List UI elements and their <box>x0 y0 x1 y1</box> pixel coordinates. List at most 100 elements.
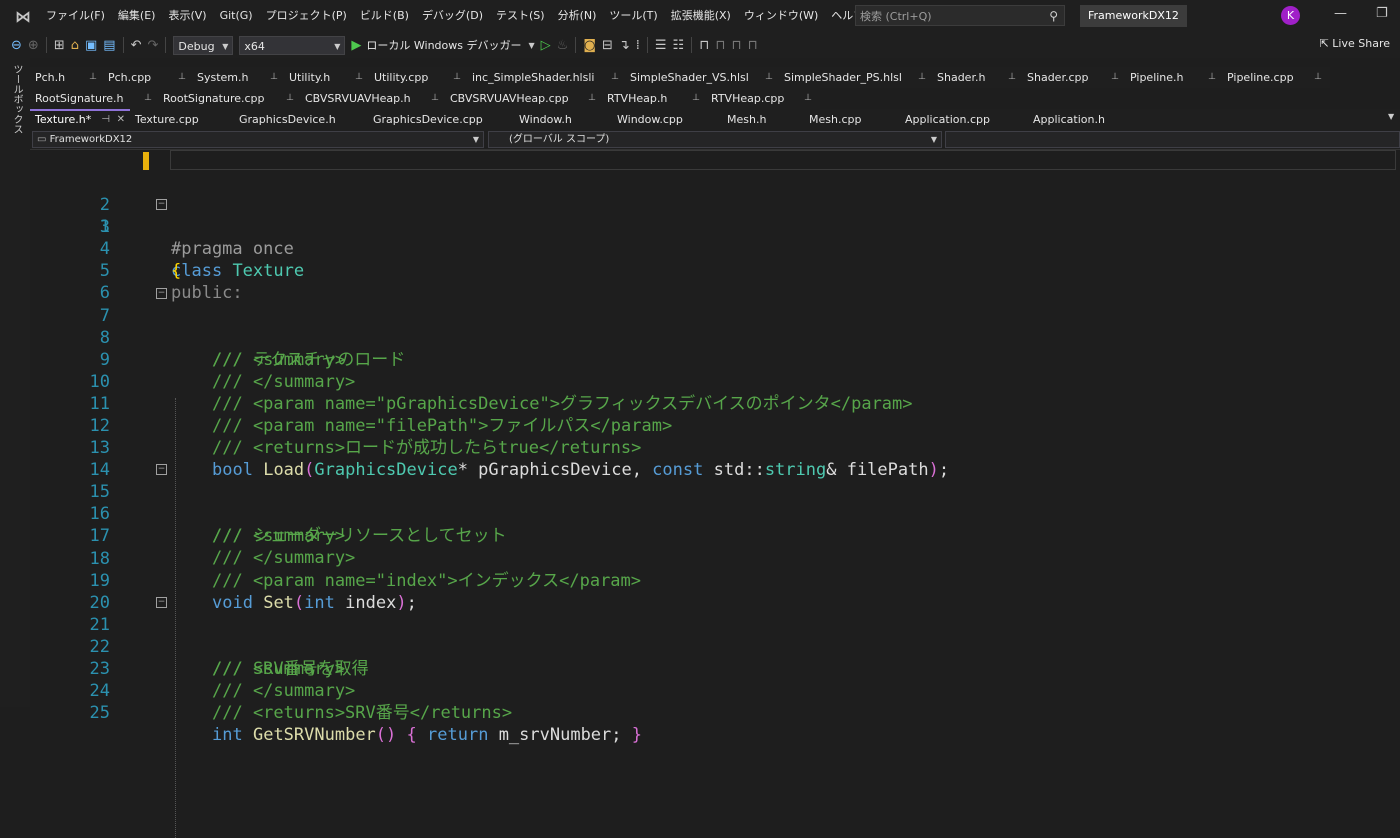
uncomment-lines-icon[interactable]: ☷ <box>673 38 685 53</box>
menu-item[interactable]: 拡張機能(X) <box>667 0 740 32</box>
menu-item[interactable]: 編集(E) <box>114 0 165 32</box>
tab-document[interactable]: RTVHeap.h ⊥ <box>602 88 706 109</box>
pin-icon[interactable]: ⊥ <box>1111 67 1119 88</box>
tab-document[interactable]: CBVSRVUAVHeap.h ⊥ <box>300 88 445 109</box>
scope-dropdown[interactable]: (グローバル スコープ) ▼ <box>488 131 942 148</box>
breakpoints-icon[interactable]: ⁞ <box>636 38 640 53</box>
collapse-icon[interactable]: − <box>156 288 167 299</box>
tab-document[interactable]: Shader.h ⊥ <box>932 67 1022 88</box>
search-icon[interactable]: ⚲ <box>1049 6 1058 27</box>
minimize-icon[interactable]: — <box>1334 6 1347 21</box>
tab-document[interactable]: RootSignature.cpp ⊥ <box>158 88 300 109</box>
restore-icon[interactable]: ❐ <box>1376 6 1388 21</box>
menu-item[interactable]: ツール(T) <box>605 0 666 32</box>
tab-document[interactable]: GraphicsDevice.h <box>234 109 368 130</box>
pin-icon[interactable]: ⊥ <box>1314 67 1322 88</box>
pin-icon[interactable]: ⊥ <box>804 88 812 109</box>
member-dropdown[interactable] <box>945 131 1400 148</box>
platform-select[interactable]: x64 ▼ <box>239 35 346 55</box>
tab-document[interactable]: Utility.h ⊥ <box>284 67 369 88</box>
pin-icon[interactable]: ⊥ <box>178 67 186 88</box>
pin-icon[interactable]: ⊣ <box>101 111 110 129</box>
tab-document[interactable]: Application.cpp <box>900 109 1028 130</box>
project-dropdown[interactable]: ▭ FrameworkDX12 ▼ <box>32 131 484 148</box>
pin-icon[interactable]: ⊥ <box>918 67 926 88</box>
tab-document[interactable]: Pipeline.h ⊥ <box>1125 67 1222 88</box>
open-file-icon[interactable]: ⌂ <box>71 38 79 53</box>
tab-document[interactable]: Pch.cpp ⊥ <box>103 67 192 88</box>
tab-document[interactable]: GraphicsDevice.cpp <box>368 109 514 130</box>
search-input[interactable]: 検索 (Ctrl+Q) ⚲ <box>855 5 1065 26</box>
configuration-select[interactable]: Debug ▼ <box>173 35 234 55</box>
tab-overflow-icon[interactable]: ▼ <box>1388 112 1394 121</box>
comment-lines-icon[interactable]: ☰ <box>655 38 667 53</box>
collapse-icon[interactable]: − <box>156 597 167 608</box>
tab-document[interactable]: Mesh.h <box>722 109 804 130</box>
tab-document[interactable]: SimpleShader_VS.hlsl ⊥ <box>625 67 779 88</box>
menu-item[interactable]: プロジェクト(P) <box>262 0 356 32</box>
navigate-forward-icon[interactable]: ⊕ <box>28 38 39 53</box>
menu-item[interactable]: ファイル(F) <box>42 0 114 32</box>
menu-item[interactable]: デバッグ(D) <box>418 0 492 32</box>
step-over-icon[interactable]: ↴ <box>619 38 630 53</box>
tab-document[interactable]: Pipeline.cpp ⊥ <box>1222 67 1328 88</box>
start-debugging-button[interactable]: ローカル Windows デバッガー <box>366 37 521 53</box>
collapse-icon[interactable]: − <box>156 199 167 210</box>
live-share-button[interactable]: ⇱ Live Share <box>1320 37 1390 50</box>
pin-icon[interactable]: ⊥ <box>611 67 619 88</box>
navigate-back-icon[interactable]: ⊖ <box>11 38 22 53</box>
pin-icon[interactable]: ⊥ <box>1008 67 1016 88</box>
redo-icon[interactable]: ↷ <box>147 38 158 53</box>
next-bookmark-icon[interactable]: ⊓ <box>732 38 742 53</box>
tab-document[interactable]: SimpleShader_PS.hlsl ⊥ <box>779 67 932 88</box>
menu-item[interactable]: テスト(S) <box>492 0 554 32</box>
tab-document[interactable]: Texture.h* ⊣ ✕ <box>30 109 130 130</box>
window-layout-icon[interactable]: ⊟ <box>602 38 613 53</box>
menu-item[interactable]: ウィンドウ(W) <box>740 0 827 32</box>
menu-item[interactable]: 表示(V) <box>164 0 215 32</box>
tab-document[interactable]: Shader.cpp ⊥ <box>1022 67 1125 88</box>
pin-icon[interactable]: ⊥ <box>453 67 461 88</box>
visual-studio-logo-icon[interactable]: ⋈ <box>10 6 36 26</box>
tab-document[interactable]: Window.cpp <box>612 109 722 130</box>
tab-document[interactable]: Utility.cpp ⊥ <box>369 67 467 88</box>
start-without-debugging-icon[interactable]: ▷ <box>541 38 551 53</box>
pin-icon[interactable]: ⊥ <box>431 88 439 109</box>
pin-icon[interactable]: ⊥ <box>355 67 363 88</box>
pin-icon[interactable]: ⊥ <box>692 88 700 109</box>
clear-bookmarks-icon[interactable]: ⊓ <box>748 38 758 53</box>
bookmark-icon[interactable]: ⊓ <box>699 38 709 53</box>
pin-icon[interactable]: ⊥ <box>89 67 97 88</box>
new-project-icon[interactable]: ⊞ <box>54 38 65 53</box>
menu-item[interactable]: 分析(N) <box>554 0 606 32</box>
tab-document[interactable]: RTVHeap.cpp ⊥ <box>706 88 818 109</box>
tab-document[interactable]: RootSignature.h ⊥ <box>30 88 158 109</box>
start-debugging-icon[interactable]: ▶ <box>351 38 361 53</box>
avatar[interactable]: K <box>1281 6 1300 25</box>
tab-document[interactable]: Mesh.cpp <box>804 109 900 130</box>
menu-item[interactable]: ビルド(B) <box>356 0 418 32</box>
chevron-down-icon[interactable]: ▼ <box>529 41 535 50</box>
collapse-icon[interactable]: − <box>156 464 167 475</box>
save-icon[interactable]: ▣ <box>85 38 97 53</box>
close-icon[interactable]: ✕ <box>117 111 125 129</box>
pin-icon[interactable]: ⊥ <box>144 88 152 109</box>
menu-item[interactable]: Git(G) <box>216 0 262 32</box>
tab-document[interactable]: Application.h <box>1028 109 1138 130</box>
pin-icon[interactable]: ⊥ <box>270 67 278 88</box>
tab-document[interactable]: Texture.cpp <box>130 109 234 130</box>
save-all-icon[interactable]: ▤ <box>103 38 115 53</box>
tab-document[interactable]: System.h ⊥ <box>192 67 284 88</box>
pin-icon[interactable]: ⊥ <box>765 67 773 88</box>
pin-icon[interactable]: ⊥ <box>1208 67 1216 88</box>
code-editor[interactable]: 1 #pragma once 2 3 − class Texture 4 { 5… <box>30 150 1400 838</box>
tab-document[interactable]: CBVSRVUAVHeap.cpp ⊥ <box>445 88 602 109</box>
tab-document[interactable]: inc_SimpleShader.hlsli ⊥ <box>467 67 625 88</box>
tab-document[interactable]: Window.h <box>514 109 612 130</box>
previous-bookmark-icon[interactable]: ⊓ <box>715 38 725 53</box>
hot-reload-icon[interactable]: ♨ <box>557 38 569 53</box>
pin-icon[interactable]: ⊥ <box>286 88 294 109</box>
pin-icon[interactable]: ⊥ <box>588 88 596 109</box>
camera-icon[interactable]: ◙ <box>583 38 596 53</box>
toolbox-tab[interactable]: ツールボックス <box>9 64 24 134</box>
